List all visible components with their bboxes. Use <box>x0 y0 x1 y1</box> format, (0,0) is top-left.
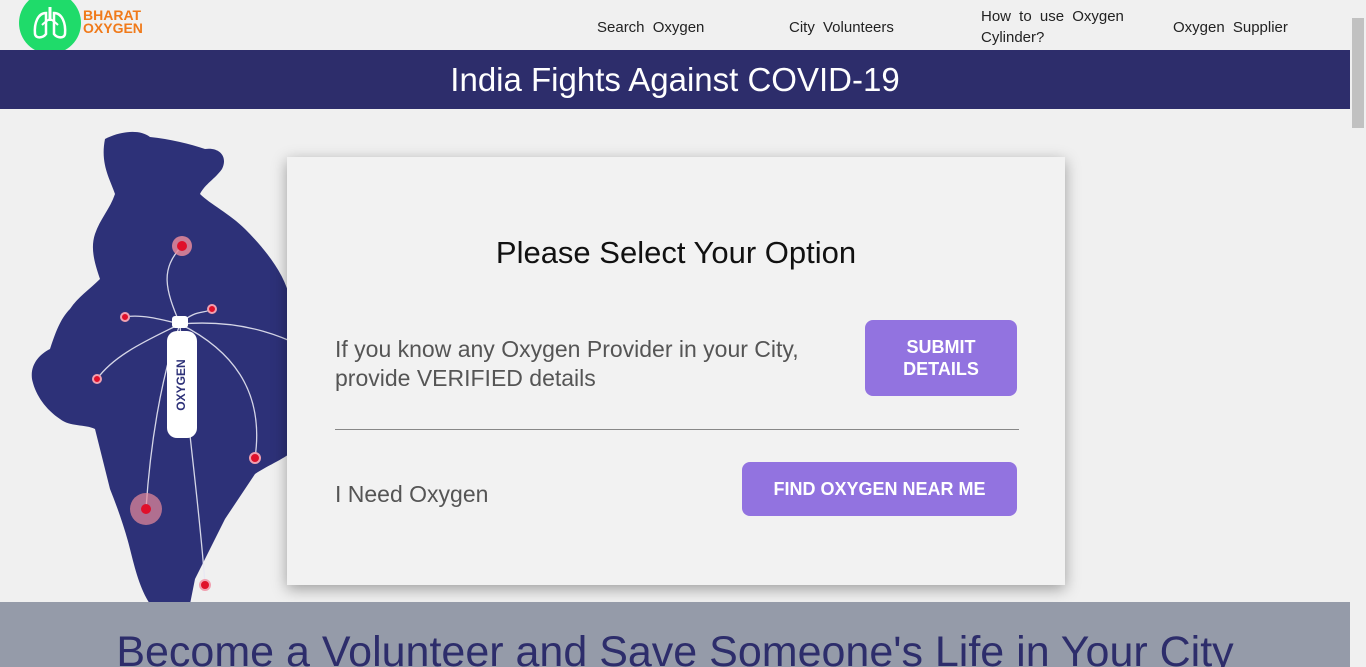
nav-search-oxygen[interactable]: Search Oxygen <box>597 17 704 38</box>
banner-title: India Fights Against COVID-19 <box>450 60 900 98</box>
brand-line-2: OXYGEN <box>83 20 143 36</box>
page-scrollbar[interactable] <box>1350 0 1366 667</box>
volunteer-section: Become a Volunteer and Save Someone's Li… <box>0 602 1350 667</box>
brand-name: BHARAT OXYGEN <box>83 8 143 36</box>
nav-oxygen-supplier[interactable]: Oxygen Supplier <box>1173 17 1288 38</box>
brand-logo[interactable]: BHARAT OXYGEN <box>19 0 159 56</box>
need-oxygen-label: I Need Oxygen <box>335 481 489 507</box>
card-title: Please Select Your Option <box>495 235 857 270</box>
hero-banner: India Fights Against COVID-19 <box>0 50 1350 109</box>
option-divider <box>335 429 1019 430</box>
oxygen-cylinder-icon: OXYGEN <box>167 316 197 438</box>
nav-how-to-use-oxygen-cylinder[interactable]: How to use Oxygen Cylinder? <box>981 6 1151 48</box>
lungs-icon <box>19 0 81 54</box>
volunteer-heading: Become a Volunteer and Save Someone's Li… <box>116 628 1234 667</box>
submit-details-description: If you know any Oxygen Provider in your … <box>335 336 799 391</box>
submit-details-button[interactable]: SUBMIT DETAILS <box>865 320 1017 396</box>
find-oxygen-near-me-button[interactable]: FIND OXYGEN NEAR ME <box>742 462 1017 516</box>
nav-city-volunteers[interactable]: City Volunteers <box>789 17 894 38</box>
option-card: Please Select Your Option If you know an… <box>287 157 1065 585</box>
scrollbar-thumb[interactable] <box>1352 18 1364 128</box>
cylinder-label: OXYGEN <box>174 359 188 410</box>
navbar: BHARAT OXYGEN Search Oxygen City Volunte… <box>0 0 1350 54</box>
